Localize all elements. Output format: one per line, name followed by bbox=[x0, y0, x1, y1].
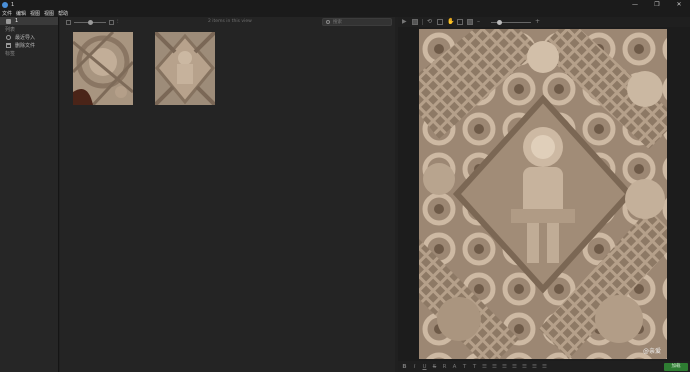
search-input[interactable]: 搜索 bbox=[322, 18, 392, 26]
menu-item-view-2[interactable]: 视图 bbox=[42, 10, 56, 17]
separator-icon bbox=[422, 19, 423, 25]
maximize-button[interactable]: ❐ bbox=[646, 0, 668, 9]
crop-icon[interactable] bbox=[437, 19, 443, 25]
grid-toolbar: ⁝ 2 items in this view 搜索 bbox=[60, 17, 395, 27]
zoom-slider-handle[interactable] bbox=[497, 19, 502, 25]
zoom-in-icon[interactable]: + bbox=[535, 19, 541, 25]
carving-preview-image bbox=[419, 29, 667, 359]
thumbnail-image-2[interactable] bbox=[155, 32, 215, 105]
sidebar-item-label: 1 bbox=[15, 18, 19, 24]
status-button[interactable]: 加载 bbox=[664, 363, 688, 371]
slider-handle[interactable] bbox=[88, 19, 93, 25]
italic-button[interactable]: I bbox=[412, 364, 417, 370]
zoom-slider[interactable] bbox=[491, 19, 531, 25]
grid-large-icon[interactable] bbox=[109, 19, 114, 25]
menu-item-edit[interactable]: 编辑 bbox=[14, 10, 28, 17]
carving-thumbnail-1-image bbox=[73, 32, 133, 105]
close-button[interactable]: ✕ bbox=[668, 0, 690, 9]
list-button[interactable]: ☰ bbox=[512, 364, 517, 370]
sidebar: 1 列表 最近导入 删除文件 标签 bbox=[0, 17, 59, 372]
thumbnail-grid-panel: ⁝ 2 items in this view 搜索 bbox=[60, 17, 395, 372]
align-center-button[interactable]: ☰ bbox=[492, 364, 497, 370]
sidebar-item-recent[interactable]: 最近导入 bbox=[0, 33, 58, 41]
minimize-button[interactable]: — bbox=[624, 0, 646, 9]
window-title: 1 bbox=[11, 1, 15, 8]
indent-button[interactable]: ☰ bbox=[532, 364, 537, 370]
rotate-icon[interactable]: ⟲ bbox=[427, 19, 433, 25]
align-left-button[interactable]: ☰ bbox=[482, 364, 487, 370]
strikethrough-button[interactable]: S bbox=[432, 364, 437, 370]
sidebar-section-header: 列表 bbox=[5, 26, 16, 33]
menu-item-help[interactable]: 帮助 bbox=[56, 10, 70, 17]
outdent-button[interactable]: ☰ bbox=[542, 364, 547, 370]
filter-icon[interactable]: ⁝ bbox=[117, 19, 122, 25]
items-count-label: 2 items in this view bbox=[208, 19, 252, 24]
app-window: 1 — ❐ ✕ 文件 编辑 视图 视图 帮助 1 列表 最近导入 删除文件 标签 bbox=[0, 0, 690, 372]
font-size-button[interactable]: T bbox=[462, 364, 467, 370]
sidebar-item-label: 删除文件 bbox=[15, 42, 36, 49]
preview-image[interactable]: @亲爱 bbox=[419, 29, 667, 359]
font-color-button[interactable]: A bbox=[452, 364, 457, 370]
underline-button[interactable]: U bbox=[422, 364, 427, 370]
image-viewer-panel: ▶ ⟲ ✋ – + @亲爱 B I U S R A T T ☰ ☰ ☰ ☰ ☰ … bbox=[398, 17, 690, 372]
clock-icon bbox=[6, 34, 11, 40]
sidebar-item-trash[interactable]: 删除文件 bbox=[0, 41, 58, 49]
hand-tool-icon[interactable]: ✋ bbox=[447, 19, 454, 25]
title-bar: 1 — ❐ ✕ bbox=[0, 0, 690, 9]
grid-view-icon[interactable] bbox=[66, 19, 71, 25]
menu-bar: 文件 编辑 视图 视图 帮助 bbox=[0, 9, 690, 17]
sidebar-item-folder[interactable]: 1 bbox=[0, 17, 58, 25]
thumbnail-image-1[interactable] bbox=[73, 32, 133, 105]
ordered-list-button[interactable]: ☰ bbox=[522, 364, 527, 370]
menu-item-view[interactable]: 视图 bbox=[28, 10, 42, 17]
trash-icon bbox=[6, 42, 11, 48]
viewer-toolbar: ▶ ⟲ ✋ – + bbox=[398, 17, 690, 27]
fit-icon[interactable] bbox=[457, 19, 463, 25]
folder-icon bbox=[6, 18, 11, 24]
sidebar-item-label: 最近导入 bbox=[15, 34, 36, 41]
window-controls: — ❐ ✕ bbox=[624, 0, 690, 9]
image-watermark: @亲爱 bbox=[642, 348, 661, 355]
bold-button[interactable]: B bbox=[402, 364, 407, 370]
zoom-out-icon[interactable]: – bbox=[477, 19, 483, 25]
font-size-small-button[interactable]: T bbox=[472, 364, 477, 370]
align-right-button[interactable]: ☰ bbox=[502, 364, 507, 370]
carving-thumbnail-2-image bbox=[155, 32, 215, 105]
sidebar-item-tags[interactable]: 标签 bbox=[0, 49, 58, 57]
search-placeholder: 搜索 bbox=[333, 20, 342, 25]
search-icon bbox=[326, 20, 330, 24]
actual-size-icon[interactable] bbox=[467, 19, 473, 25]
select-tool-icon[interactable] bbox=[412, 19, 418, 25]
annotation-toolbar: B I U S R A T T ☰ ☰ ☰ ☰ ☰ ☰ ☰ 加载 bbox=[398, 361, 690, 372]
menu-item-file[interactable]: 文件 bbox=[0, 10, 14, 17]
thumbnail-size-slider[interactable] bbox=[74, 19, 106, 25]
app-logo-icon bbox=[2, 1, 8, 8]
pointer-tool-icon[interactable]: ▶ bbox=[402, 19, 408, 25]
format-button-r[interactable]: R bbox=[442, 364, 447, 370]
